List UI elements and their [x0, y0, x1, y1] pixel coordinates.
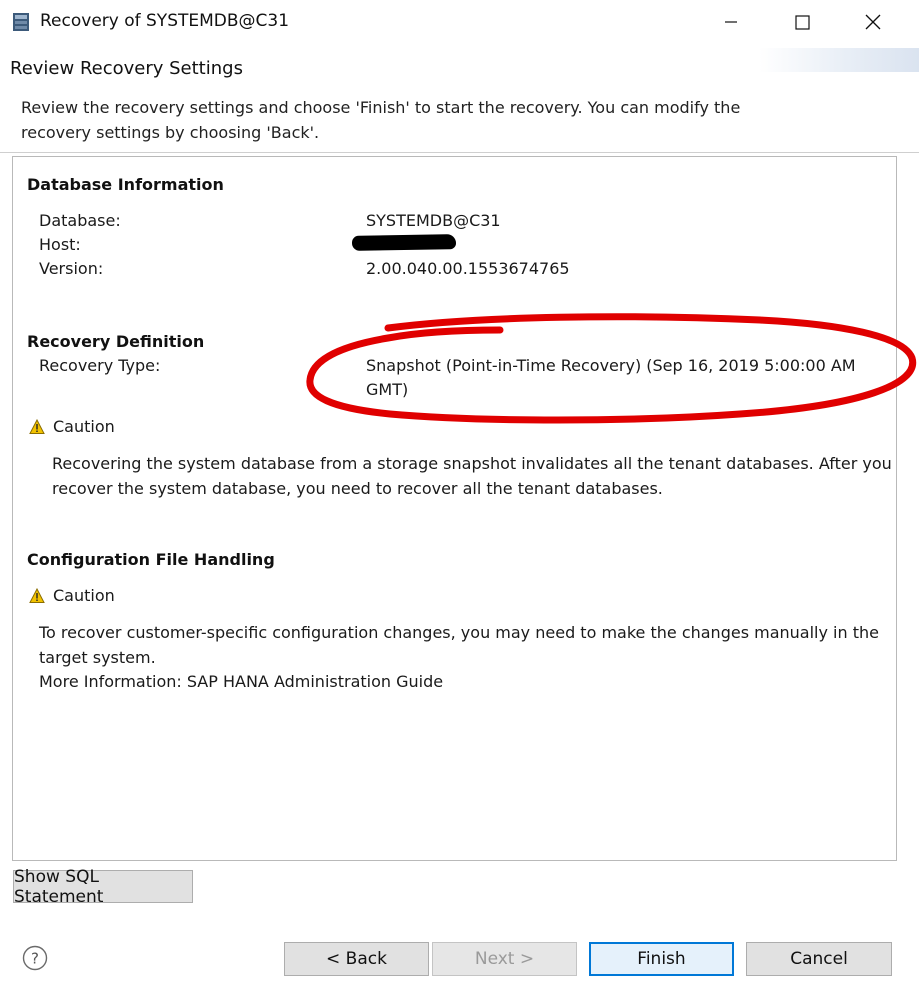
- warning-icon: [29, 418, 45, 434]
- window-title: Recovery of SYSTEMDB@C31: [40, 11, 290, 31]
- recovery-caution-text-line2: recover the system database, you need to…: [52, 479, 663, 498]
- recovery-type-value-line1: Snapshot (Point-in-Time Recovery) (Sep 1…: [366, 356, 856, 375]
- next-button[interactable]: Next >: [432, 942, 577, 976]
- finish-button[interactable]: Finish: [589, 942, 734, 976]
- help-icon[interactable]: ?: [22, 945, 48, 971]
- config-caution: Caution: [29, 586, 115, 605]
- close-button[interactable]: [850, 4, 896, 40]
- config-handling-heading: Configuration File Handling: [27, 550, 275, 569]
- version-label: Version:: [39, 259, 104, 278]
- close-icon: [865, 14, 881, 30]
- warning-icon: [29, 587, 45, 603]
- header-divider: [0, 152, 919, 153]
- version-value: 2.00.040.00.1553674765: [366, 259, 570, 278]
- maximize-icon: [794, 14, 810, 30]
- recovery-caution-label: Caution: [53, 417, 115, 436]
- help-glyph: ?: [31, 950, 39, 968]
- back-button[interactable]: < Back: [284, 942, 429, 976]
- recovery-type-value-line2: GMT): [366, 380, 409, 399]
- title-bar: Recovery of SYSTEMDB@C31: [0, 0, 919, 46]
- app-icon: [13, 13, 29, 31]
- cancel-button[interactable]: Cancel: [746, 942, 892, 976]
- wizard-header: Review Recovery Settings Review the reco…: [0, 46, 919, 154]
- recovery-caution-text-line1: Recovering the system database from a st…: [52, 454, 892, 473]
- minimize-icon: [725, 21, 737, 23]
- maximize-button[interactable]: [779, 4, 825, 40]
- config-more-info: More Information: SAP HANA Administratio…: [39, 672, 444, 691]
- recovery-definition-heading: Recovery Definition: [27, 332, 205, 351]
- minimize-button[interactable]: [708, 4, 754, 40]
- show-sql-statement-button[interactable]: Show SQL Statement: [13, 867, 193, 907]
- host-value-redacted: [351, 234, 457, 251]
- database-label: Database:: [39, 211, 121, 230]
- host-label: Host:: [39, 235, 81, 254]
- recovery-type-label: Recovery Type:: [39, 356, 161, 375]
- header-banner-graphic: [759, 48, 919, 72]
- config-text-line2: target system.: [39, 648, 156, 667]
- page-title: Review Recovery Settings: [10, 58, 243, 79]
- database-info-heading: Database Information: [27, 175, 224, 194]
- config-caution-label: Caution: [53, 586, 115, 605]
- database-value: SYSTEMDB@C31: [366, 211, 501, 230]
- recovery-caution: Caution: [29, 417, 115, 436]
- page-description: Review the recovery settings and choose …: [21, 98, 741, 142]
- config-text-line1: To recover customer-specific configurati…: [39, 623, 879, 642]
